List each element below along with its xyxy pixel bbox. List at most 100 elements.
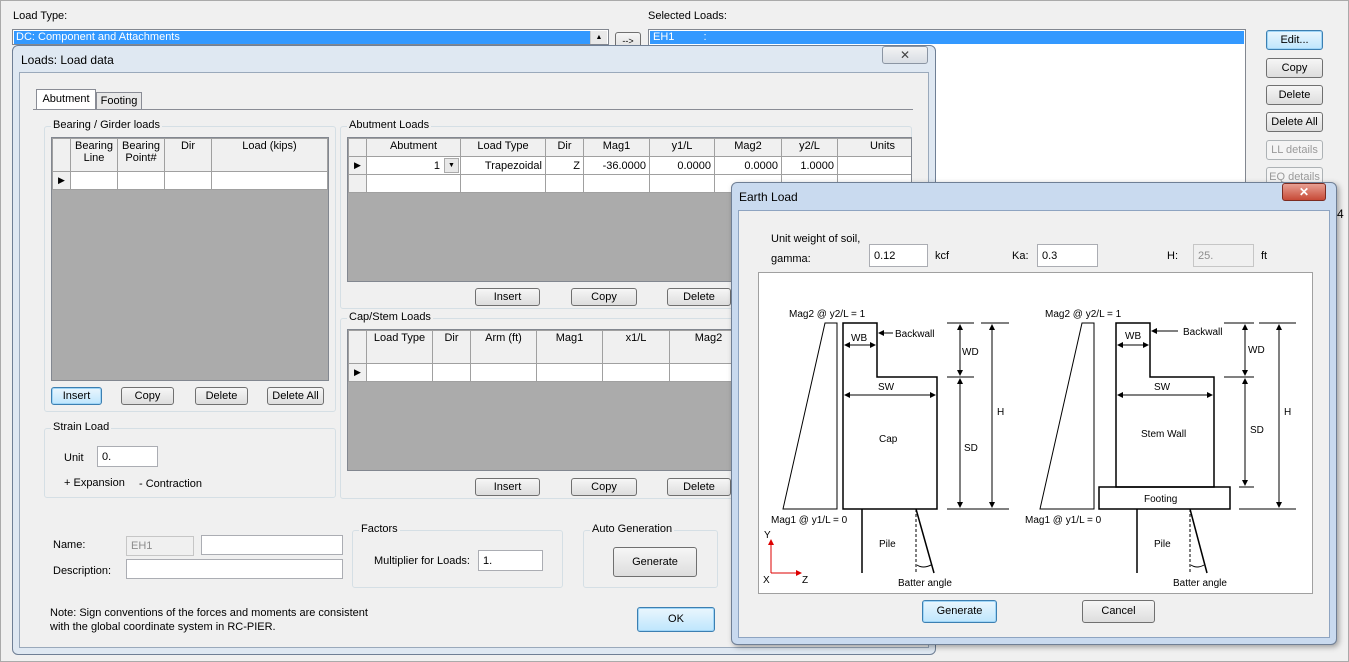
scroll-up-arrow-icon[interactable]: ▲: [590, 31, 607, 44]
table-cell[interactable]: [432, 363, 471, 382]
cap-copy-button[interactable]: Copy: [571, 478, 637, 496]
table-cell[interactable]: [649, 174, 715, 193]
unit-input[interactable]: [97, 446, 158, 467]
bearing-copy-button[interactable]: Copy: [121, 387, 174, 405]
earth-cancel-button[interactable]: Cancel: [1082, 600, 1155, 623]
h-input[interactable]: [1193, 244, 1254, 267]
selected-load-item[interactable]: EH1 :: [650, 31, 1244, 44]
col-units: Units: [837, 138, 911, 157]
row-pointer-icon: ▶: [348, 363, 367, 382]
description-input[interactable]: [126, 559, 343, 579]
load-type-list[interactable]: DC: Component and Attachments ▲: [12, 29, 609, 45]
bearing-delete-button[interactable]: Delete: [195, 387, 248, 405]
copy-label: Copy: [591, 291, 617, 303]
edit-button[interactable]: Edit...: [1266, 30, 1323, 50]
multiplier-input[interactable]: [478, 550, 543, 571]
earth-load-dialog-title: Earth Load: [739, 190, 798, 204]
right-mag2-label: Mag2 @ y2/L = 1: [1045, 309, 1122, 320]
abutment-delete-button[interactable]: Delete: [667, 288, 731, 306]
table-cell[interactable]: [470, 363, 537, 382]
col-bearing-point: Bearing Point#: [117, 138, 165, 172]
load-type-value: DC: Component and Attachments: [16, 31, 180, 43]
load-type-selected-item[interactable]: DC: Component and Attachments: [14, 31, 591, 44]
dir-cell[interactable]: Z: [545, 156, 584, 175]
copy-load-button[interactable]: Copy: [1266, 58, 1323, 78]
copy-label: Copy: [134, 390, 161, 402]
earth-generate-button[interactable]: Generate: [922, 600, 997, 623]
right-sw-label: SW: [1154, 382, 1171, 393]
units-cell[interactable]: klf: [837, 156, 911, 175]
left-pressure-trapezoid: [782, 322, 838, 510]
h-label: H:: [1167, 250, 1178, 262]
left-cap-label: Cap: [879, 434, 898, 445]
ok-button[interactable]: OK: [637, 607, 715, 632]
cap-delete-button[interactable]: Delete: [667, 478, 731, 496]
delete-label: Delete: [683, 481, 715, 493]
insert-label: Insert: [493, 481, 522, 493]
bearing-loads-grid[interactable]: Bearing Line Bearing Point# Dir Load (ki…: [51, 137, 329, 381]
right-mag1-label: Mag1 @ y1/L = 0: [1025, 515, 1102, 526]
left-cap-outline: [842, 322, 938, 510]
col-mag1: Mag1: [536, 330, 603, 364]
table-cell[interactable]: [536, 363, 603, 382]
tab-abutment[interactable]: Abutment: [36, 89, 96, 110]
y2-cell[interactable]: 1.0000: [781, 156, 838, 175]
table-cell[interactable]: [117, 171, 165, 190]
unit-weight-unit: kcf: [935, 250, 950, 262]
note-line-2: with the global coordinate system in RC-…: [50, 621, 276, 633]
close-icon[interactable]: ✕: [882, 46, 928, 64]
right-batter-angle-label: Batter angle: [1173, 578, 1227, 589]
cap-stem-loads-title: Cap/Stem Loads: [347, 311, 433, 323]
tab-footing-label: Footing: [100, 95, 138, 107]
right-footing-label: Footing: [1144, 494, 1177, 505]
bearing-delete-all-button[interactable]: Delete All: [267, 387, 324, 405]
left-mag1-label: Mag1 @ y1/L = 0: [771, 515, 848, 526]
abutment-insert-button[interactable]: Insert: [475, 288, 540, 306]
close-icon[interactable]: ✕: [1282, 183, 1326, 201]
ka-label: Ka:: [1012, 250, 1029, 262]
row-pointer-icon: ▶: [52, 171, 71, 190]
table-cell[interactable]: [602, 363, 670, 382]
dropdown-arrow-icon[interactable]: ▼: [444, 158, 459, 173]
multiplier-label: Multiplier for Loads:: [374, 555, 470, 567]
earth-load-svg: Mag2 @ y2/L = 1 Mag1 @ y1/L = 0 WB Backw…: [763, 309, 1296, 589]
unit-weight-input[interactable]: [869, 244, 928, 267]
y1-cell[interactable]: 0.0000: [649, 156, 715, 175]
edge-digit: 4: [1337, 207, 1344, 221]
table-cell[interactable]: [366, 174, 461, 193]
ka-input[interactable]: [1037, 244, 1098, 267]
auto-generate-button[interactable]: Generate: [613, 547, 697, 577]
tab-footing[interactable]: Footing: [96, 92, 142, 110]
table-cell[interactable]: [366, 363, 433, 382]
delete-load-button[interactable]: Delete: [1266, 85, 1323, 105]
load-type-cell[interactable]: Trapezoidal: [460, 156, 546, 175]
mag1-cell[interactable]: -36.0000: [583, 156, 650, 175]
name-input[interactable]: [126, 536, 194, 556]
table-row[interactable]: ▶ 1 ▼ Trapezoidal Z -36.0000 0.0000 0.00…: [348, 156, 911, 175]
abutment-cell[interactable]: 1 ▼: [366, 156, 461, 175]
copy-label: Copy: [1281, 62, 1308, 74]
col-load: Load (kips): [211, 138, 328, 172]
ll-details-button[interactable]: LL details: [1266, 140, 1323, 160]
tab-abutment-label: Abutment: [42, 93, 90, 105]
cap-insert-button[interactable]: Insert: [475, 478, 540, 496]
table-cell[interactable]: [70, 171, 118, 190]
bearing-insert-button[interactable]: Insert: [51, 387, 102, 405]
table-cell[interactable]: [211, 171, 328, 190]
mag2-cell[interactable]: 0.0000: [714, 156, 782, 175]
selected-loads-label: Selected Loads:: [648, 10, 727, 22]
abutment-value: 1: [433, 159, 440, 172]
table-cell[interactable]: [164, 171, 212, 190]
delete-label: Delete: [683, 291, 715, 303]
table-cell[interactable]: [545, 174, 584, 193]
delete-all-loads-button[interactable]: Delete All: [1266, 112, 1323, 132]
table-cell[interactable]: [460, 174, 546, 193]
table-cell[interactable]: [583, 174, 650, 193]
unit-weight-label-1: Unit weight of soil,: [771, 233, 861, 245]
table-row[interactable]: ▶: [348, 363, 748, 382]
table-row[interactable]: ▶: [52, 171, 328, 190]
axis-y-label: Y: [764, 530, 771, 541]
name-extra-input[interactable]: [201, 535, 343, 555]
abutment-copy-button[interactable]: Copy: [571, 288, 637, 306]
edit-label: Edit...: [1280, 34, 1309, 46]
